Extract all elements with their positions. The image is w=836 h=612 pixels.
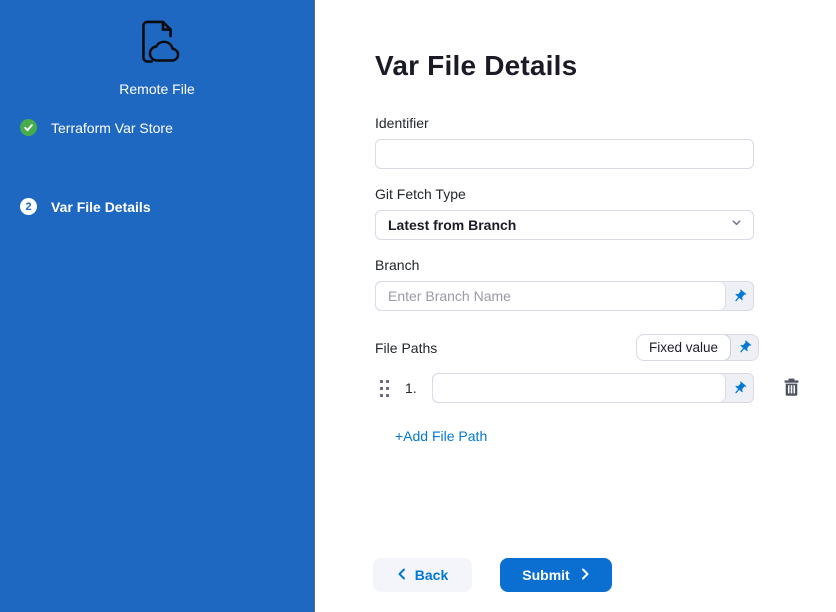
step-var-file-details[interactable]: 2 Var File Details xyxy=(0,198,314,215)
git-fetch-type-label: Git Fetch Type xyxy=(375,186,754,202)
identifier-input[interactable] xyxy=(375,139,754,169)
drag-handle[interactable] xyxy=(380,380,389,397)
file-path-input[interactable] xyxy=(433,374,725,402)
step-complete-check-icon xyxy=(20,119,37,136)
file-paths-multitype-group: Fixed value xyxy=(636,334,759,361)
page-title: Var File Details xyxy=(375,50,836,82)
row-index: 1. xyxy=(405,380,419,396)
add-file-path-link[interactable]: +Add File Path xyxy=(395,428,487,444)
chevron-down-icon xyxy=(730,216,743,234)
file-path-row: 1. xyxy=(375,373,836,403)
back-button-label: Back xyxy=(415,567,448,583)
branch-label: Branch xyxy=(375,257,754,273)
var-file-details-panel: Var File Details Identifier Git Fetch Ty… xyxy=(315,0,836,612)
step-terraform-var-store[interactable]: Terraform Var Store xyxy=(0,119,314,136)
git-fetch-type-value: Latest from Branch xyxy=(388,217,516,233)
delete-row-button[interactable] xyxy=(783,378,800,399)
fixed-value-button[interactable]: Fixed value xyxy=(636,334,731,361)
branch-input[interactable] xyxy=(376,282,725,310)
wizard-sidebar: Remote File Terraform Var Store 2 Var Fi… xyxy=(0,0,315,612)
submit-button-label: Submit xyxy=(522,567,569,583)
git-fetch-type-select[interactable]: Latest from Branch xyxy=(375,210,754,240)
back-button[interactable]: Back xyxy=(373,558,472,592)
branch-input-group xyxy=(375,281,754,311)
trash-icon xyxy=(783,378,800,399)
identifier-label: Identifier xyxy=(375,115,754,131)
file-paths-label: File Paths xyxy=(375,340,437,356)
step-number-badge: 2 xyxy=(20,198,37,215)
file-paths-multitype-pin-button[interactable] xyxy=(731,335,758,360)
chevron-right-icon xyxy=(581,567,590,583)
wizard-type-label: Remote File xyxy=(0,81,314,97)
chevron-left-icon xyxy=(397,567,406,583)
wizard-steps: Terraform Var Store 2 Var File Details xyxy=(0,119,314,215)
step-label: Terraform Var Store xyxy=(51,120,173,136)
submit-button[interactable]: Submit xyxy=(500,558,612,592)
file-path-input-group xyxy=(432,373,754,403)
branch-multitype-pin-button[interactable] xyxy=(725,282,753,310)
step-label: Var File Details xyxy=(51,199,151,215)
file-path-multitype-pin-button[interactable] xyxy=(725,374,753,402)
remote-file-cloud-icon xyxy=(131,16,183,73)
